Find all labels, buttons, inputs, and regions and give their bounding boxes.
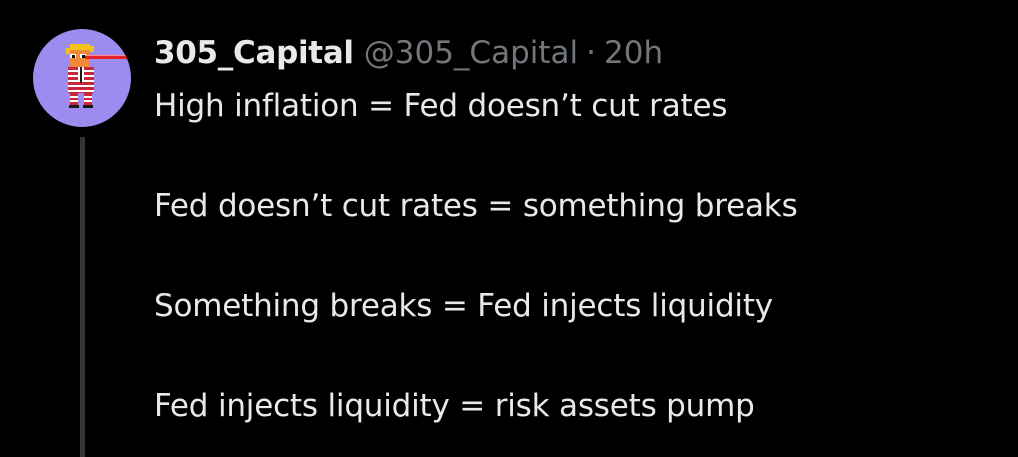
tweet[interactable]: 305_Capital @305_Capital · 20h High infl… — [0, 0, 1018, 457]
tweet-text-line: Something breaks = Fed injects liquidity — [154, 288, 773, 324]
pixel-art-avatar-icon — [66, 44, 131, 108]
header-separator: · — [586, 35, 596, 71]
tweet-text-line: Fed injects liquidity = risk assets pump — [154, 388, 755, 424]
tweet-header: 305_Capital @305_Capital · 20h — [154, 31, 663, 75]
avatar[interactable] — [33, 29, 131, 127]
tweet-text-line: High inflation = Fed doesn’t cut rates — [154, 88, 728, 124]
thread-line — [80, 137, 85, 457]
author-display-name[interactable]: 305_Capital — [154, 31, 354, 75]
tweet-timestamp[interactable]: 20h — [604, 31, 663, 75]
author-handle[interactable]: @305_Capital — [364, 31, 578, 75]
tweet-text-line: Fed doesn’t cut rates = something breaks — [154, 188, 798, 224]
